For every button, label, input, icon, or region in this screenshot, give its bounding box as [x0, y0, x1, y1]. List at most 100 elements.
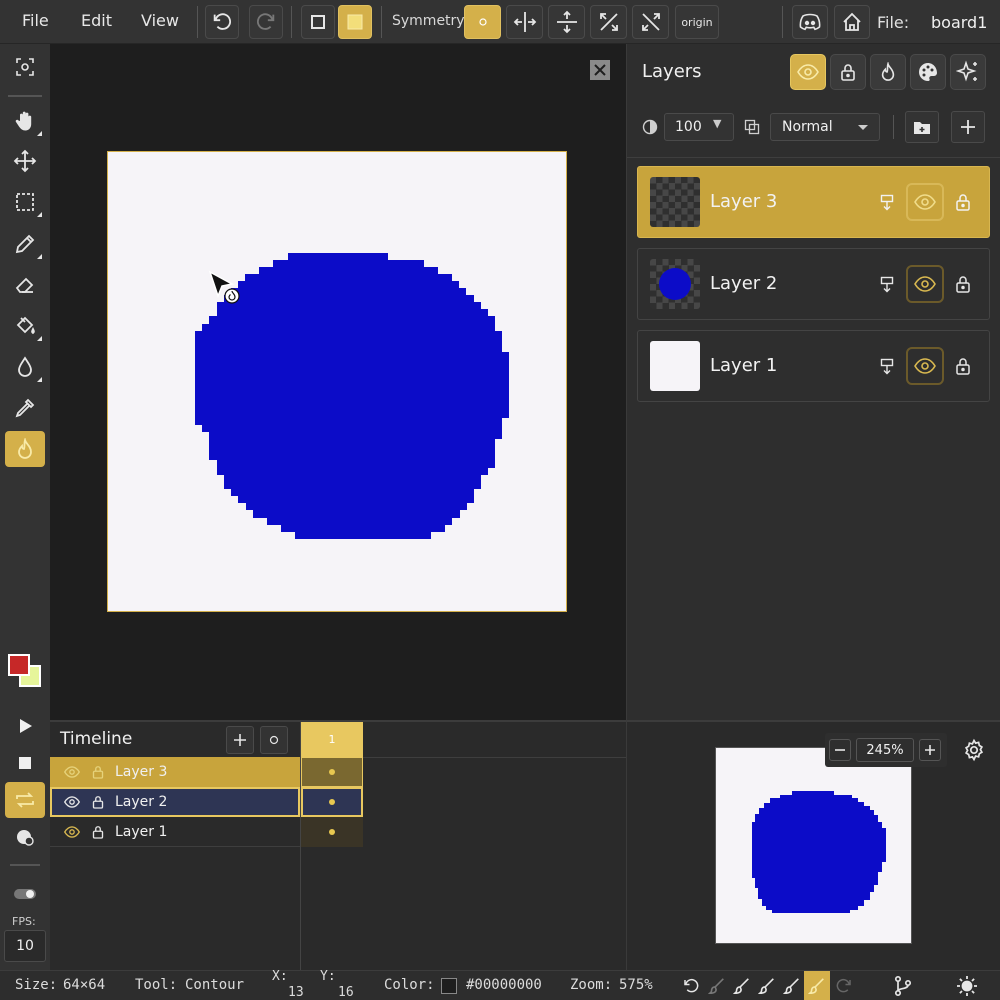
- timeline-row-layer-2[interactable]: Layer 2: [50, 787, 300, 817]
- loop-toggle[interactable]: [5, 782, 45, 818]
- layer-row-layer-3[interactable]: Layer 3: [637, 166, 990, 238]
- frame-cell[interactable]: [301, 817, 363, 847]
- history-undo-icon[interactable]: [682, 977, 700, 995]
- fps-label: FPS:: [12, 915, 36, 928]
- brush-icon[interactable]: [783, 977, 801, 995]
- y-value: 16: [338, 985, 354, 1000]
- zoom-controls: 245%: [825, 733, 947, 767]
- symmetry-vertical-button[interactable]: [548, 5, 585, 39]
- layers-panel: Layers 100 ▼ Normal Layer 3 Layer 2 Laye…: [626, 44, 1000, 720]
- drawing-canvas[interactable]: [107, 151, 567, 612]
- preview-toggle[interactable]: [5, 876, 45, 912]
- move-tool[interactable]: [5, 143, 45, 179]
- effects-panel-toggle[interactable]: [870, 54, 906, 90]
- layer-name[interactable]: Layer 2: [710, 273, 777, 294]
- onion-skin-toggle[interactable]: [5, 819, 45, 855]
- close-canvas-button[interactable]: [590, 60, 610, 80]
- gear-icon[interactable]: [962, 738, 986, 762]
- eye-icon[interactable]: [64, 796, 80, 808]
- zoom-out-button[interactable]: [829, 739, 851, 761]
- menu-view[interactable]: View: [141, 11, 179, 30]
- brush-icon[interactable]: [733, 977, 751, 995]
- history-current-brush[interactable]: [804, 971, 830, 1000]
- canvas-viewport[interactable]: [50, 44, 626, 720]
- symmetry-diagonal-button[interactable]: [590, 5, 627, 39]
- selection-tool[interactable]: [5, 184, 45, 220]
- pan-tool[interactable]: [5, 103, 45, 139]
- discord-button[interactable]: [792, 5, 828, 39]
- add-frame-button[interactable]: [226, 726, 254, 754]
- blend-mode-value: Normal: [782, 119, 833, 135]
- primary-color-swatch[interactable]: [8, 654, 30, 676]
- layer-visibility-toggle[interactable]: [906, 183, 944, 221]
- merge-down-icon[interactable]: [880, 276, 894, 294]
- pencil-tool[interactable]: [5, 226, 45, 262]
- eye-icon[interactable]: [64, 766, 80, 778]
- eye-icon[interactable]: [64, 826, 80, 838]
- lock-panel-toggle[interactable]: [830, 54, 866, 90]
- chevron-down-icon: [858, 125, 868, 130]
- merge-down-icon[interactable]: [880, 358, 894, 376]
- chevron-down-icon[interactable]: ▼: [713, 117, 721, 130]
- eraser-tool[interactable]: [5, 267, 45, 303]
- fill-mode-button[interactable]: [338, 5, 372, 39]
- add-layer-button[interactable]: [951, 111, 985, 143]
- add-keyframe-button[interactable]: [260, 726, 288, 754]
- contour-tool[interactable]: [5, 431, 45, 467]
- layer-visibility-toggle[interactable]: [906, 265, 944, 303]
- merge-down-icon[interactable]: [880, 194, 894, 212]
- lock-icon[interactable]: [955, 357, 971, 375]
- divider: [10, 864, 40, 866]
- symmetry-label: Symmetry:: [392, 13, 469, 29]
- eyedropper-tool[interactable]: [5, 390, 45, 426]
- layer-name[interactable]: Layer 3: [710, 191, 777, 212]
- symmetry-horizontal-button[interactable]: [506, 5, 543, 39]
- stop-button[interactable]: [5, 745, 45, 781]
- fps-input[interactable]: 10: [4, 930, 46, 962]
- file-name[interactable]: board1: [931, 13, 987, 32]
- zoom-level[interactable]: 245%: [856, 738, 914, 762]
- add-group-button[interactable]: [905, 111, 939, 143]
- symmetry-origin-button[interactable]: origin: [675, 5, 719, 39]
- ai-panel-toggle[interactable]: [950, 54, 986, 90]
- play-button[interactable]: [5, 708, 45, 744]
- opacity-input[interactable]: 100 ▼: [664, 113, 734, 141]
- layer-row-layer-2[interactable]: Layer 2: [637, 248, 990, 320]
- menu-file[interactable]: File: [22, 11, 49, 30]
- layer-name[interactable]: Layer 1: [710, 355, 777, 376]
- symmetry-antidiagonal-button[interactable]: [632, 5, 669, 39]
- layer-row-layer-1[interactable]: Layer 1: [637, 330, 990, 402]
- lock-icon[interactable]: [92, 795, 104, 809]
- timeline-row-layer-3[interactable]: Layer 3: [50, 757, 300, 787]
- center-view-tool[interactable]: [5, 49, 45, 85]
- lock-icon[interactable]: [92, 825, 104, 839]
- fill-tool[interactable]: [5, 308, 45, 344]
- git-branch-icon[interactable]: [892, 975, 914, 997]
- brush-icon[interactable]: [708, 977, 726, 995]
- menu-edit[interactable]: Edit: [81, 11, 112, 30]
- redo-button[interactable]: [249, 5, 283, 39]
- blend-mode-select[interactable]: Normal: [770, 113, 880, 141]
- palette-panel-toggle[interactable]: [910, 54, 946, 90]
- lock-icon[interactable]: [955, 193, 971, 211]
- history-redo-icon[interactable]: [835, 977, 853, 995]
- brush-icon[interactable]: [758, 977, 776, 995]
- lock-icon[interactable]: [955, 275, 971, 293]
- navigator-preview[interactable]: [715, 747, 912, 944]
- onion-skin-icon: [17, 830, 34, 846]
- frame-cell[interactable]: [301, 787, 363, 817]
- divider: [197, 6, 198, 38]
- sun-icon[interactable]: [956, 975, 978, 997]
- undo-button[interactable]: [205, 5, 239, 39]
- frame-header-1[interactable]: 1: [301, 722, 363, 757]
- outline-mode-button[interactable]: [301, 5, 335, 39]
- blur-tool[interactable]: [5, 349, 45, 385]
- layer-visibility-toggle[interactable]: [906, 347, 944, 385]
- zoom-in-button[interactable]: [919, 739, 941, 761]
- symmetry-center-button[interactable]: [464, 5, 501, 39]
- home-button[interactable]: [834, 5, 870, 39]
- visibility-panel-toggle[interactable]: [790, 54, 826, 90]
- timeline-row-layer-1[interactable]: Layer 1: [50, 817, 300, 847]
- frame-cell[interactable]: [301, 757, 363, 787]
- lock-icon[interactable]: [92, 765, 104, 779]
